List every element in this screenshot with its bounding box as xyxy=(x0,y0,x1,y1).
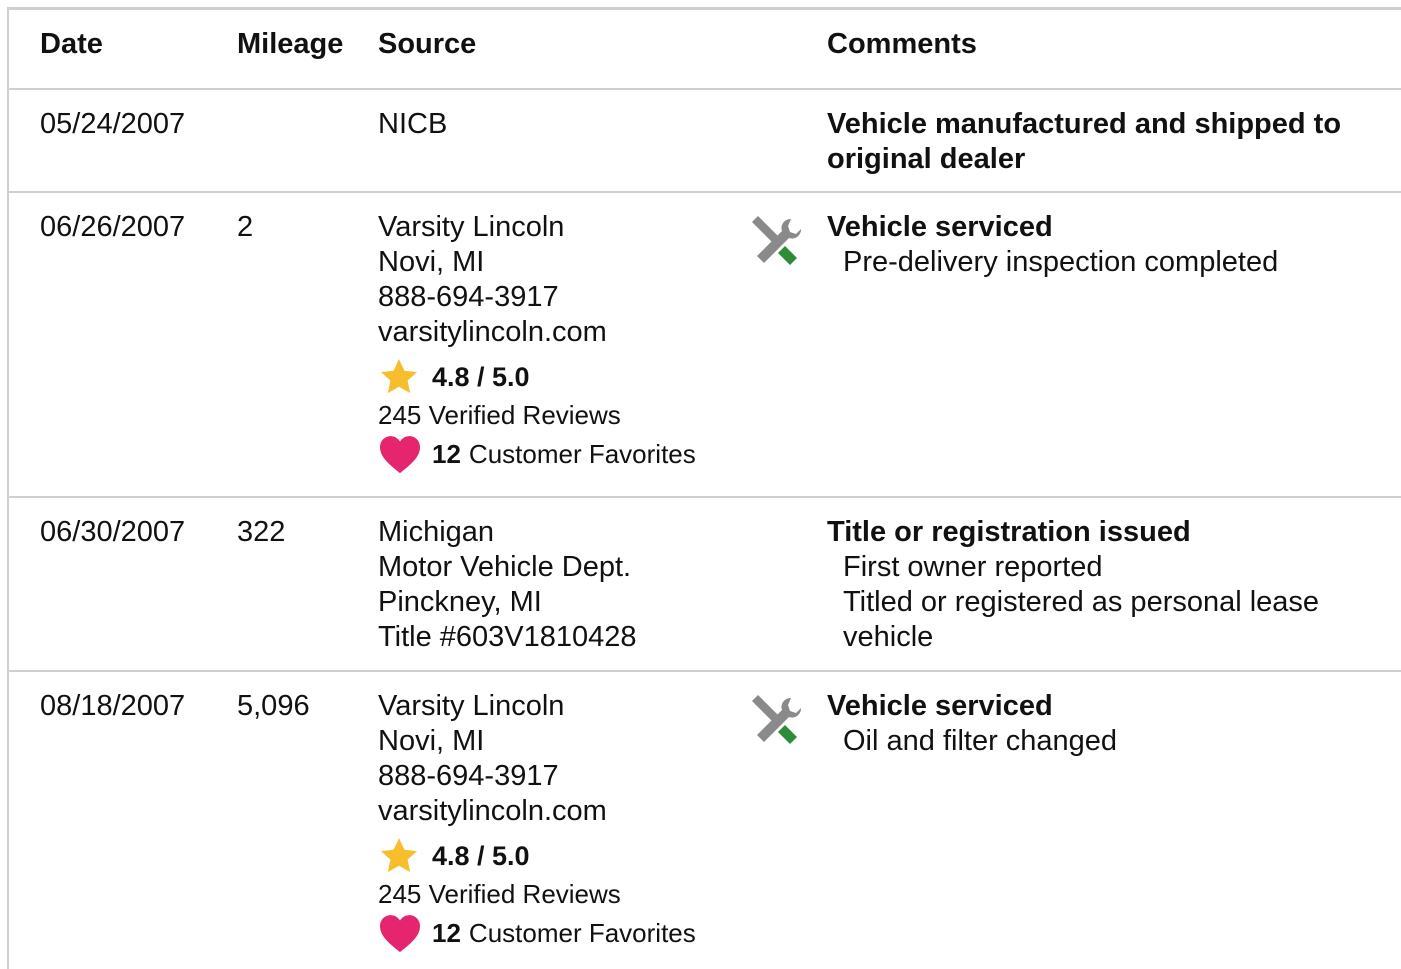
record-source: Michigan Motor Vehicle Dept. Pinckney, M… xyxy=(378,515,637,655)
table-row: 06/30/2007 322 Michigan Motor Vehicle De… xyxy=(9,498,1401,672)
table-row: 06/26/2007 2 Varsity Lincoln Novi, MI 88… xyxy=(9,193,1401,498)
source-name: NICB xyxy=(378,108,448,140)
record-comments: Vehicle serviced Pre-delivery inspection… xyxy=(827,210,1278,280)
comment-detail: Pre-delivery inspection completed xyxy=(843,246,1279,278)
column-header-date: Date xyxy=(40,28,103,60)
comment-detail: First owner reported xyxy=(843,551,1103,583)
rating-value: 4.8 / 5.0 xyxy=(432,840,530,871)
dealer-rating: 4.8 / 5.0 xyxy=(378,835,696,877)
record-date: 05/24/2007 xyxy=(40,108,186,140)
vehicle-history-table: Date Mileage Source Comments 05/24/2007 … xyxy=(7,7,1401,969)
heart-icon xyxy=(378,434,422,474)
record-source: Varsity Lincoln Novi, MI 888-694-3917 va… xyxy=(378,210,696,474)
source-agency: Motor Vehicle Dept. xyxy=(378,551,632,583)
record-mileage: 2 xyxy=(237,211,254,243)
heart-icon xyxy=(378,913,422,953)
column-header-comments: Comments xyxy=(827,28,977,60)
comment-detail-continued: vehicle xyxy=(843,621,934,653)
record-source: NICB xyxy=(378,107,447,142)
record-date: 08/18/2007 xyxy=(40,690,186,722)
comment-title: Title or registration issued xyxy=(827,516,1191,548)
source-location: Pinckney, MI xyxy=(378,586,542,618)
wrench-screwdriver-icon xyxy=(747,692,807,752)
column-header-mileage: Mileage xyxy=(237,28,344,60)
dealer-name-link[interactable]: Varsity Lincoln xyxy=(378,210,696,245)
comment-detail: Titled or registered as personal lease xyxy=(843,586,1320,618)
comment-detail: Oil and filter changed xyxy=(843,725,1118,757)
record-mileage: 322 xyxy=(237,516,286,548)
comment-title-continued: original dealer xyxy=(827,143,1026,175)
customer-favorites: 12 Customer Favorites xyxy=(378,913,696,953)
comment-title: Vehicle serviced xyxy=(827,690,1053,722)
dealer-location: Novi, MI xyxy=(378,725,485,757)
dealer-website-link[interactable]: varsitylincoln.com xyxy=(378,315,696,350)
comment-title: Vehicle manufactured and shipped to xyxy=(827,108,1342,140)
verified-reviews-link[interactable]: 245 Verified Reviews xyxy=(378,398,696,432)
comment-title: Vehicle serviced xyxy=(827,211,1053,243)
source-title-number: Title #603V1810428 xyxy=(378,621,637,653)
dealer-phone: 888-694-3917 xyxy=(378,281,559,313)
table-header-row: Date Mileage Source Comments xyxy=(9,10,1401,90)
rating-value: 4.8 / 5.0 xyxy=(432,361,530,392)
table-row: 05/24/2007 NICB Vehicle manufactured and… xyxy=(9,90,1401,193)
favorites-label: Customer Favorites xyxy=(468,917,696,948)
record-date: 06/30/2007 xyxy=(40,516,186,548)
favorites-count: 12 xyxy=(432,438,461,469)
record-comments: Title or registration issued First owner… xyxy=(827,515,1319,655)
verified-reviews-link[interactable]: 245 Verified Reviews xyxy=(378,877,696,911)
record-mileage: 5,096 xyxy=(237,690,310,722)
star-icon xyxy=(378,835,420,877)
dealer-name-link[interactable]: Varsity Lincoln xyxy=(378,689,696,724)
star-icon xyxy=(378,356,420,398)
dealer-phone: 888-694-3917 xyxy=(378,760,559,792)
favorites-count: 12 xyxy=(432,917,461,948)
dealer-rating: 4.8 / 5.0 xyxy=(378,356,696,398)
dealer-location: Novi, MI xyxy=(378,246,485,278)
table-row: 08/18/2007 5,096 Varsity Lincoln Novi, M… xyxy=(9,672,1401,969)
record-date: 06/26/2007 xyxy=(40,211,186,243)
dealer-website-link[interactable]: varsitylincoln.com xyxy=(378,794,696,829)
column-header-source: Source xyxy=(378,28,477,60)
record-source: Varsity Lincoln Novi, MI 888-694-3917 va… xyxy=(378,689,696,953)
record-comments: Vehicle manufactured and shipped to orig… xyxy=(827,107,1341,177)
record-comments: Vehicle serviced Oil and filter changed xyxy=(827,689,1117,759)
favorites-label: Customer Favorites xyxy=(468,438,696,469)
source-state: Michigan xyxy=(378,516,495,548)
customer-favorites: 12 Customer Favorites xyxy=(378,434,696,474)
wrench-screwdriver-icon xyxy=(747,213,807,273)
